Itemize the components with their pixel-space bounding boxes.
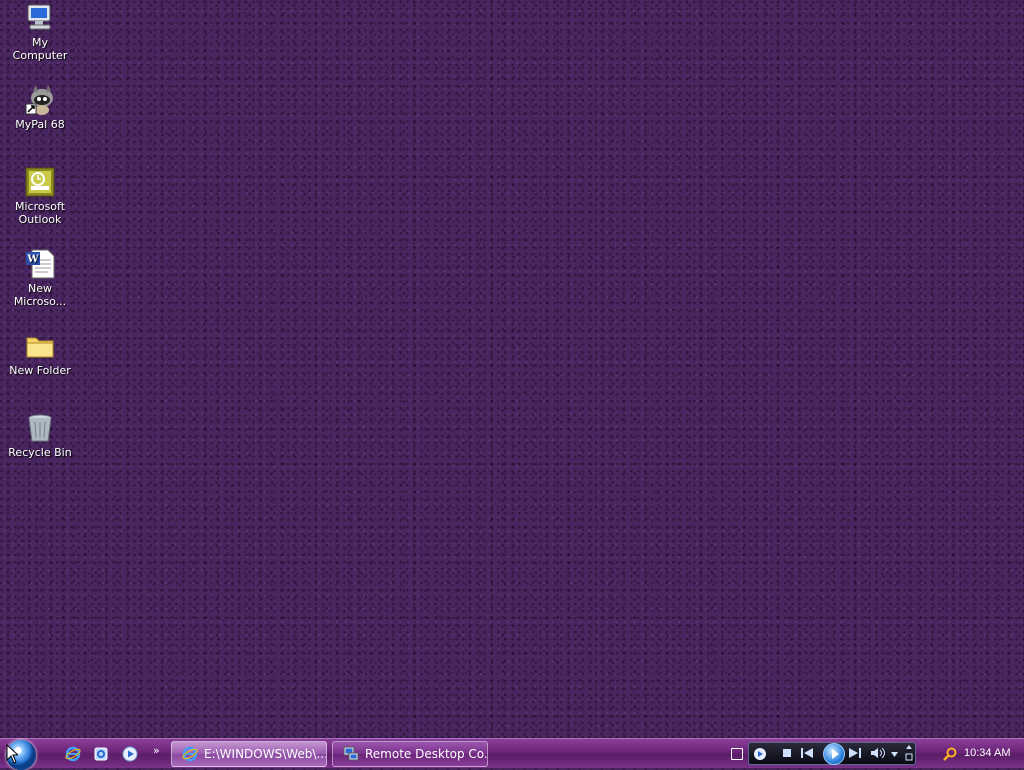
- word-document-icon: W: [24, 248, 56, 280]
- restore-player-icon[interactable]: [905, 744, 913, 766]
- desktop-icon-label: Microsoft Outlook: [14, 200, 66, 226]
- desktop-icon-label: New Folder: [9, 364, 71, 377]
- next-icon[interactable]: [849, 748, 861, 762]
- previous-icon[interactable]: [801, 748, 813, 762]
- desktop-icon-mypal[interactable]: MyPal 68: [0, 84, 80, 131]
- outlook-icon: [24, 166, 56, 198]
- my-computer-icon: [24, 2, 56, 34]
- taskbar-button-remote-desktop[interactable]: Remote Desktop Co...: [332, 741, 488, 767]
- desktop-icon-label: Recycle Bin: [8, 446, 72, 459]
- show-desktop-icon[interactable]: [93, 746, 109, 762]
- taskbar: » E:\WINDOWS\Web\... Remote Desktop Co..…: [0, 738, 1024, 770]
- play-button[interactable]: [823, 743, 845, 765]
- svg-text:W: W: [26, 254, 39, 265]
- desktop-icon-my-computer[interactable]: My Computer: [0, 2, 80, 62]
- mouse-cursor-icon: [6, 743, 20, 764]
- remote-desktop-icon: [343, 746, 359, 762]
- keyboard-language-icon[interactable]: [731, 748, 743, 760]
- media-player-logo-icon[interactable]: [753, 747, 767, 765]
- stop-icon[interactable]: [783, 749, 791, 761]
- search-icon[interactable]: [943, 746, 957, 761]
- windows-media-player-icon[interactable]: [122, 746, 138, 762]
- media-player-toolbar: [748, 742, 916, 765]
- mypal-raccoon-icon: [24, 84, 56, 116]
- internet-explorer-icon: [182, 746, 198, 762]
- folder-icon: [24, 330, 56, 362]
- desktop-icon-label: New Microso...: [13, 282, 67, 308]
- desktop-icon-outlook[interactable]: Microsoft Outlook: [0, 166, 80, 226]
- desktop-icon-word-document[interactable]: W New Microso...: [0, 248, 80, 308]
- desktop-icon-recycle-bin[interactable]: Recycle Bin: [0, 412, 80, 459]
- taskbar-button-explorer[interactable]: E:\WINDOWS\Web\...: [171, 741, 327, 767]
- quick-launch-overflow-chevron-icon[interactable]: »: [153, 744, 160, 757]
- system-clock[interactable]: 10:34 AM: [964, 747, 1010, 759]
- desktop-icon-label: MyPal 68: [15, 118, 65, 131]
- internet-explorer-icon[interactable]: [65, 746, 81, 762]
- chevron-down-icon[interactable]: [891, 749, 898, 761]
- volume-icon[interactable]: [871, 747, 889, 762]
- recycle-bin-icon: [24, 412, 56, 444]
- desktop-icon-label: My Computer: [12, 36, 68, 62]
- desktop-icon-new-folder[interactable]: New Folder: [0, 330, 80, 377]
